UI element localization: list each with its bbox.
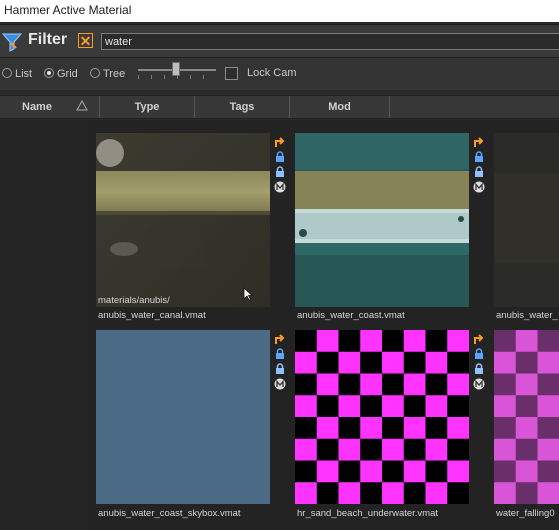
asset-thumbnail-dark[interactable] [494, 133, 559, 307]
lock-icon [274, 151, 286, 163]
window-title: Hammer Active Material [4, 3, 132, 17]
asset-name[interactable]: anubis_water_coast_skybox.vmat [98, 508, 268, 519]
radio-dot-icon [90, 68, 100, 78]
column-tags[interactable]: Tags [195, 96, 290, 118]
filter-funnel-icon[interactable] [2, 32, 22, 52]
lock-icon [473, 166, 485, 178]
view-radio-grid-label: Grid [57, 68, 78, 80]
asset-icon-column [274, 136, 288, 196]
view-radio-tree[interactable]: Tree [90, 68, 125, 82]
asset-name[interactable]: anubis_water_coast.vmat [297, 310, 467, 321]
thumbnail-size-slider-handle[interactable] [172, 62, 180, 76]
column-name[interactable]: Name [0, 96, 100, 118]
clear-filter-button[interactable]: ✕ [78, 33, 93, 48]
filter-bar: Filter ✕ [0, 24, 559, 58]
asset-icon-column [274, 333, 288, 393]
asset-name[interactable]: water_falling0 [496, 508, 559, 519]
model-m-icon [473, 378, 485, 390]
asset-thumbnail-checker[interactable] [295, 330, 469, 504]
column-mod[interactable]: Mod [290, 96, 390, 118]
goto-arrow-icon[interactable] [473, 136, 485, 148]
radio-dot-selected-icon [44, 68, 54, 78]
lock-cam-checkbox[interactable] [225, 67, 238, 80]
window-titlebar: Hammer Active Material [0, 0, 559, 22]
asset-thumbnail-canal[interactable] [96, 133, 270, 307]
goto-arrow-icon[interactable] [473, 333, 485, 345]
asset-icon-column [473, 136, 487, 196]
view-radio-tree-label: Tree [103, 68, 126, 80]
view-radio-list[interactable]: List [2, 68, 32, 82]
sort-ascending-icon [76, 100, 88, 112]
view-radio-list-label: List [15, 68, 33, 80]
asset-name[interactable]: anubis_water_ [496, 310, 559, 321]
goto-arrow-icon[interactable] [274, 333, 286, 345]
asset-name[interactable]: hr_sand_beach_underwater.vmat [297, 508, 467, 519]
asset-icon-column [473, 333, 487, 393]
model-m-icon [274, 378, 286, 390]
lock-cam-label: Lock Cam [247, 67, 297, 79]
asset-thumbnail-coast[interactable] [295, 133, 469, 307]
asset-thumbnail-checker-dim[interactable] [494, 330, 559, 504]
grid-left-gutter [0, 120, 92, 530]
lock-icon [274, 348, 286, 360]
model-m-icon [473, 181, 485, 193]
goto-arrow-icon[interactable] [274, 136, 286, 148]
column-header: Name Type Tags Mod [0, 95, 559, 119]
radio-dot-icon [2, 68, 12, 78]
model-m-icon [274, 181, 286, 193]
filter-label: Filter [28, 31, 68, 48]
lock-icon [473, 151, 485, 163]
column-name-label: Name [22, 101, 52, 113]
search-input[interactable] [101, 33, 559, 50]
view-radio-grid[interactable]: Grid [44, 68, 78, 82]
mouse-cursor-icon [243, 287, 253, 301]
lock-icon [274, 363, 286, 375]
asset-thumbnail-skybox[interactable] [96, 330, 270, 504]
asset-name[interactable]: anubis_water_canal.vmat [98, 310, 268, 321]
lock-icon [274, 166, 286, 178]
lock-icon [473, 348, 485, 360]
column-type[interactable]: Type [100, 96, 195, 118]
lock-icon [473, 363, 485, 375]
